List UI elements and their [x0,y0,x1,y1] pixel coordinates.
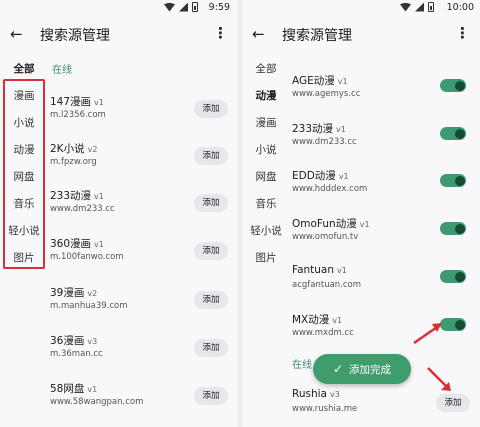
highlight-annotation-box [3,79,45,269]
source-url: www.58wangpan.com [50,397,144,407]
source-url: www.dm233.cc [50,204,115,214]
add-button[interactable]: 添加 [194,194,228,212]
add-button[interactable]: 添加 [194,339,228,357]
arrow-to-add-button [427,367,449,389]
source-url: m.fpzw.org [50,157,97,167]
status-icons [164,2,198,12]
add-button[interactable]: 添加 [194,242,228,260]
list-item: 2K小说 v2 m.fpzw.org 添加 [50,141,238,187]
source-version: v3 [87,337,98,346]
source-name: 2K小说 [50,143,85,155]
source-url: m.l2356.com [50,110,106,120]
add-button[interactable]: 添加 [194,387,228,405]
page-title: 搜索源管理 [40,28,110,44]
list-item: 233动漫 v1 www.dm233.cc 添加 [50,188,238,234]
list-item: 147漫画 v1 m.l2356.com 添加 [50,94,238,140]
source-version: v2 [87,289,98,298]
back-arrow-icon[interactable]: ← [10,25,23,43]
source-name: 36漫画 [50,335,85,347]
signal-icon [179,2,188,12]
source-name: 39漫画 [50,287,85,299]
list-item: 39漫画 v2 m.manhua39.com 添加 [50,285,238,331]
source-version: v1 [94,98,104,107]
source-name: 58网盘 [50,383,85,395]
add-button[interactable]: 添加 [194,147,228,165]
add-button[interactable]: 添加 [194,291,228,309]
source-name: 233动漫 [50,190,92,202]
list-item: 360漫画 v1 m.100fanwo.com 添加 [50,236,238,282]
left-screen: 9:59 ← 搜索源管理 ⋮ 全部 漫画 小说 动漫 网盘 音乐 轻小说 图片 … [0,0,238,427]
source-url: m.manhua39.com [50,301,128,311]
source-name: 360漫画 [50,238,92,250]
battery-icon [192,2,198,12]
add-button[interactable]: 添加 [194,100,228,118]
source-name: 147漫画 [50,96,92,108]
source-url: m.100fanwo.com [50,252,124,262]
section-label-online: 在线 [52,65,72,76]
source-version: v1 [94,192,104,201]
app-bar: ← 搜索源管理 ⋮ [0,22,238,46]
list-item: 58网盘 v1 www.58wangpan.com 添加 [50,381,238,427]
wifi-icon [164,2,175,12]
source-version: v1 [94,240,104,249]
annotation-arrows [413,323,451,391]
source-url: m.36man.cc [50,349,103,359]
status-bar: 9:59 [0,0,238,16]
more-vert-icon[interactable]: ⋮ [213,24,228,42]
source-version: v2 [87,145,98,154]
right-screen: 10:00 ← 搜索源管理 ⋮ 全部 动漫 漫画 小说 网盘 音乐 轻小说 图片… [242,0,480,427]
list-item: 36漫画 v3 m.36man.cc 添加 [50,333,238,379]
status-time: 9:59 [208,2,230,13]
source-version: v1 [87,385,98,394]
